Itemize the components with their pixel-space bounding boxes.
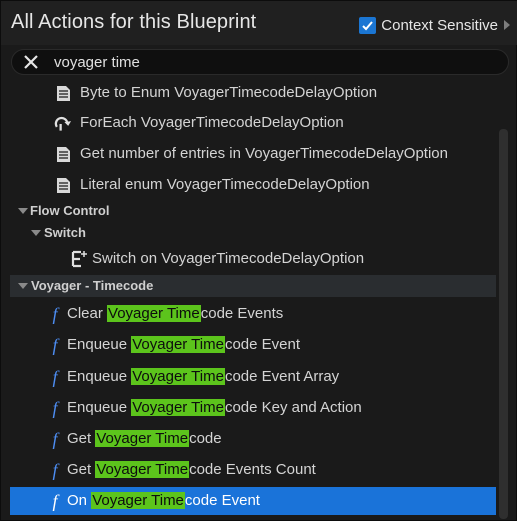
function-icon: f bbox=[52, 459, 58, 480]
list-item-label: Get number of entries in VoyagerTimecode… bbox=[80, 145, 448, 162]
list-item-label: Literal enum VoyagerTimecodeDelayOption bbox=[80, 176, 370, 193]
loop-icon bbox=[54, 114, 72, 132]
list-item[interactable]: Byte to Enum VoyagerTimecodeDelayOption bbox=[10, 79, 496, 107]
switch-icon bbox=[69, 250, 87, 268]
search-match-highlight: Voyager Time bbox=[95, 461, 190, 478]
category-label: Flow Control bbox=[30, 203, 110, 218]
list-item[interactable]: ForEach VoyagerTimecodeDelayOption bbox=[10, 109, 496, 137]
function-item[interactable]: f Get Voyager Timecode bbox=[10, 425, 496, 453]
document-icon bbox=[54, 176, 72, 194]
function-icon: f bbox=[52, 366, 58, 387]
function-item[interactable]: f Enqueue Voyager Timecode Event Array bbox=[10, 363, 496, 391]
search-match-highlight: Voyager Time bbox=[131, 336, 225, 353]
function-label: Get Voyager Timecode bbox=[67, 430, 222, 447]
search-match-highlight: Voyager Time bbox=[107, 305, 201, 322]
function-label: Enqueue Voyager Timecode Event Array bbox=[67, 368, 340, 385]
function-icon: f bbox=[52, 490, 58, 511]
function-label: Get Voyager Timecode Events Count bbox=[67, 461, 316, 478]
function-label: Enqueue Voyager Timecode Key and Action bbox=[67, 399, 362, 416]
category-label: Switch bbox=[44, 225, 86, 240]
category-voyager-timecode[interactable]: Voyager - Timecode bbox=[10, 275, 496, 297]
checkmark-icon bbox=[362, 20, 374, 30]
action-list: Byte to Enum VoyagerTimecodeDelayOption … bbox=[10, 79, 496, 519]
function-item-selected[interactable]: f On Voyager Timecode Event bbox=[10, 487, 496, 515]
category-label: Voyager - Timecode bbox=[31, 278, 154, 293]
function-icon: f bbox=[52, 334, 58, 355]
scrollbar-thumb[interactable] bbox=[499, 129, 508, 519]
function-icon: f bbox=[52, 303, 58, 324]
search-match-highlight: Voyager Time bbox=[91, 492, 185, 509]
function-icon: f bbox=[52, 428, 58, 449]
header: All Actions for this Blueprint Context S… bbox=[1, 1, 517, 45]
context-sensitive-checkbox[interactable] bbox=[359, 16, 377, 34]
action-menu-panel: All Actions for this Blueprint Context S… bbox=[0, 0, 517, 521]
context-sensitive-label: Context Sensitive bbox=[381, 16, 498, 34]
function-label: Enqueue Voyager Timecode Event bbox=[67, 336, 301, 353]
list-item[interactable]: Switch on VoyagerTimecodeDelayOption bbox=[10, 245, 496, 273]
chevron-right-icon[interactable] bbox=[504, 20, 510, 30]
function-label: Clear Voyager Timecode Events bbox=[67, 305, 284, 322]
category-flow-control[interactable]: Flow Control bbox=[10, 200, 496, 222]
chevron-down-icon[interactable] bbox=[18, 283, 28, 289]
chevron-down-icon[interactable] bbox=[31, 230, 41, 236]
document-icon bbox=[54, 84, 72, 102]
list-item[interactable]: Get number of entries in VoyagerTimecode… bbox=[10, 140, 496, 168]
function-label: On Voyager Timecode Event bbox=[67, 492, 260, 509]
function-item[interactable]: f Clear Voyager Timecode Events bbox=[10, 300, 496, 328]
document-icon bbox=[54, 145, 72, 163]
category-switch[interactable]: Switch bbox=[10, 222, 496, 244]
search-match-highlight: Voyager Time bbox=[131, 368, 225, 385]
function-item[interactable]: f Get Voyager Timecode Events Count bbox=[10, 456, 496, 484]
list-item[interactable]: Literal enum VoyagerTimecodeDelayOption bbox=[10, 171, 496, 199]
function-icon: f bbox=[52, 397, 58, 418]
chevron-down-icon[interactable] bbox=[18, 208, 28, 214]
context-sensitive-toggle[interactable]: Context Sensitive bbox=[359, 15, 510, 35]
close-icon[interactable] bbox=[22, 53, 40, 71]
list-item-label: Switch on VoyagerTimecodeDelayOption bbox=[92, 250, 365, 267]
search-match-highlight: Voyager Time bbox=[131, 399, 225, 416]
list-item-label: Byte to Enum VoyagerTimecodeDelayOption bbox=[80, 84, 378, 101]
function-item[interactable]: f Enqueue Voyager Timecode Key and Actio… bbox=[10, 394, 496, 422]
search-box bbox=[11, 49, 509, 75]
search-match-highlight: Voyager Time bbox=[95, 430, 190, 447]
panel-title: All Actions for this Blueprint bbox=[11, 11, 257, 33]
function-item[interactable]: f Enqueue Voyager Timecode Event bbox=[10, 331, 496, 359]
list-item-label: ForEach VoyagerTimecodeDelayOption bbox=[80, 114, 344, 131]
search-input[interactable] bbox=[54, 52, 494, 72]
